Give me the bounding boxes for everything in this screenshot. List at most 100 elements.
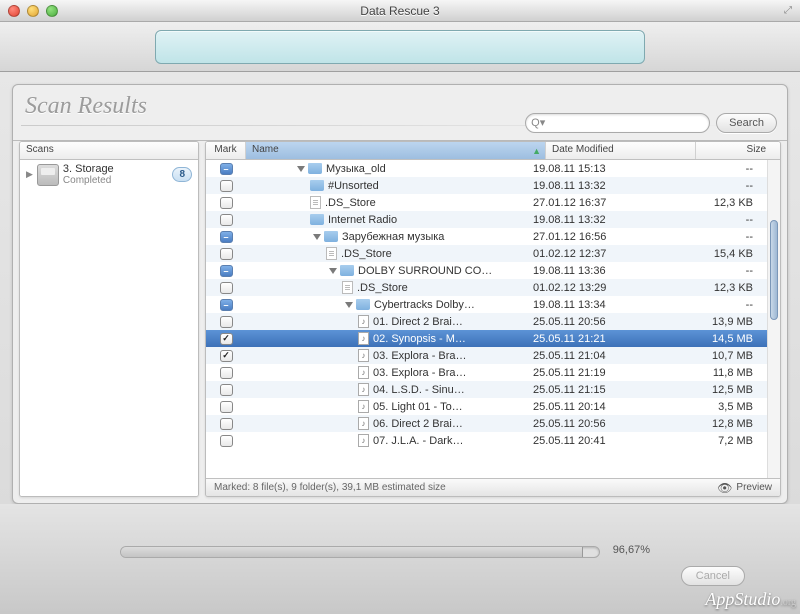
- mark-checkbox[interactable]: [220, 316, 233, 328]
- cancel-button[interactable]: Cancel: [681, 566, 745, 586]
- file-name: DOLBY SURROUND CO…: [358, 265, 492, 277]
- col-size[interactable]: Size: [696, 142, 780, 159]
- titlebar: Data Rescue 3 ⤢: [0, 0, 800, 22]
- file-name: .DS_Store: [357, 282, 408, 294]
- sidebar-item-text: 3. Storage Completed: [63, 163, 169, 186]
- file-size: 12,8 MB: [683, 418, 767, 430]
- col-mark[interactable]: Mark: [206, 142, 246, 159]
- scrollbar[interactable]: [767, 160, 780, 478]
- sidebar-header-label: Scans: [20, 142, 198, 159]
- audio-icon: ♪: [358, 315, 369, 328]
- table-row[interactable]: Зарубежная музыка 27.01.12 16:56--: [206, 228, 767, 245]
- mark-checkbox[interactable]: [220, 180, 233, 192]
- document-icon: [326, 247, 337, 260]
- app-window: Data Rescue 3 ⤢ Scan Results Q▾ Search S…: [0, 0, 800, 614]
- file-date: 25.05.11 21:04: [533, 350, 683, 362]
- mark-checkbox[interactable]: [220, 299, 233, 311]
- file-name: 05. Light 01 - To…: [373, 401, 463, 413]
- file-size: 7,2 MB: [683, 435, 767, 447]
- file-date: 01.02.12 13:29: [533, 282, 683, 294]
- mark-checkbox[interactable]: [220, 401, 233, 413]
- mark-checkbox[interactable]: [220, 282, 233, 294]
- audio-icon: ♪: [358, 366, 369, 379]
- minimize-icon[interactable]: [27, 5, 39, 17]
- file-size: 13,9 MB: [683, 316, 767, 328]
- file-name: Музыка_old: [326, 163, 386, 175]
- status-bar: Marked: 8 file(s), 9 folder(s), 39,1 MB …: [206, 478, 780, 496]
- table-row[interactable]: ♪03. Explora - Bra…25.05.11 21:1911,8 MB: [206, 364, 767, 381]
- table-row[interactable]: .DS_Store01.02.12 12:3715,4 KB: [206, 245, 767, 262]
- disclosure-icon[interactable]: [345, 302, 353, 308]
- results-header: Scan Results Q▾ Search: [13, 85, 787, 141]
- close-icon[interactable]: [8, 5, 20, 17]
- table-row[interactable]: ♪06. Direct 2 Brai…25.05.11 20:5612,8 MB: [206, 415, 767, 432]
- table-row[interactable]: .DS_Store27.01.12 16:3712,3 KB: [206, 194, 767, 211]
- mark-checkbox[interactable]: [220, 214, 233, 226]
- table-row[interactable]: ♪01. Direct 2 Brai…25.05.11 20:5613,9 MB: [206, 313, 767, 330]
- disclosure-icon[interactable]: [313, 234, 321, 240]
- file-date: 27.01.12 16:37: [533, 197, 683, 209]
- table-row[interactable]: ♪05. Light 01 - To…25.05.11 20:143,5 MB: [206, 398, 767, 415]
- scroll-thumb[interactable]: [770, 220, 778, 320]
- file-name: 01. Direct 2 Brai…: [373, 316, 463, 328]
- folder-icon: [310, 180, 324, 191]
- table-row[interactable]: #Unsorted19.08.11 13:32--: [206, 177, 767, 194]
- search-button[interactable]: Search: [716, 113, 777, 133]
- table-row[interactable]: ♪07. J.L.A. - Dark…25.05.11 20:417,2 MB: [206, 432, 767, 449]
- file-date: 19.08.11 15:13: [533, 163, 683, 175]
- col-date[interactable]: Date Modified: [546, 142, 696, 159]
- mark-checkbox[interactable]: [220, 384, 233, 396]
- search-input[interactable]: [525, 113, 710, 133]
- preview-button[interactable]: 👁 Preview: [717, 481, 772, 495]
- rows-container: Музыка_old 19.08.11 15:13 -- #Unsorted19.08…: [206, 160, 767, 478]
- table-row[interactable]: Музыка_old19.08.11 15:13--: [206, 160, 767, 177]
- mark-checkbox[interactable]: [220, 163, 233, 175]
- mark-checkbox[interactable]: [220, 418, 233, 430]
- col-name[interactable]: Name ▲: [246, 142, 546, 159]
- file-size: --: [683, 214, 767, 226]
- mark-checkbox[interactable]: [220, 248, 233, 260]
- disclosure-icon[interactable]: ▶: [26, 169, 33, 180]
- table-row[interactable]: ♪04. L.S.D. - Sinu…25.05.11 21:1512,5 MB: [206, 381, 767, 398]
- file-date: 25.05.11 21:19: [533, 367, 683, 379]
- expand-icon[interactable]: ⤢: [784, 5, 792, 16]
- file-name: 04. L.S.D. - Sinu…: [373, 384, 465, 396]
- disclosure-icon[interactable]: [297, 166, 305, 172]
- mark-checkbox[interactable]: [220, 231, 233, 243]
- mark-checkbox[interactable]: [220, 367, 233, 379]
- file-name: 02. Synopsis - M…: [373, 333, 466, 345]
- mark-checkbox[interactable]: [220, 197, 233, 209]
- folder-icon: [356, 299, 370, 310]
- progress-label: 96,67%: [613, 544, 650, 556]
- file-date: 19.08.11 13:32: [533, 214, 683, 226]
- folder-icon: [340, 265, 354, 276]
- mark-checkbox[interactable]: [220, 265, 233, 277]
- disclosure-icon[interactable]: [329, 268, 337, 274]
- table-row[interactable]: ♪03. Explora - Bra…25.05.11 21:0410,7 MB: [206, 347, 767, 364]
- table-row[interactable]: Internet Radio 19.08.11 13:32--: [206, 211, 767, 228]
- audio-icon: ♪: [358, 383, 369, 396]
- folder-icon: [310, 214, 324, 225]
- sidebar-item[interactable]: ▶ 3. Storage Completed 8: [20, 160, 198, 189]
- file-size: --: [683, 231, 767, 243]
- file-date: 27.01.12 16:56: [533, 231, 683, 243]
- file-size: 15,4 KB: [683, 248, 767, 260]
- progress-bar: [120, 546, 600, 558]
- audio-icon: ♪: [358, 332, 369, 345]
- table-row[interactable]: ♪02. Synopsis - M…25.05.11 21:2114,5 MB: [206, 330, 767, 347]
- mark-checkbox[interactable]: [220, 350, 233, 362]
- table-row[interactable]: .DS_Store01.02.12 13:2912,3 KB: [206, 279, 767, 296]
- file-date: 25.05.11 20:56: [533, 418, 683, 430]
- zoom-icon[interactable]: [46, 5, 58, 17]
- mark-checkbox[interactable]: [220, 333, 233, 345]
- mark-checkbox[interactable]: [220, 435, 233, 447]
- file-date: 19.08.11 13:36: [533, 265, 683, 277]
- audio-icon: ♪: [358, 400, 369, 413]
- preview-label: Preview: [736, 482, 772, 493]
- file-name: Зарубежная музыка: [342, 231, 444, 243]
- table-row[interactable]: DOLBY SURROUND CO…19.08.11 13:36--: [206, 262, 767, 279]
- file-name: 03. Explora - Bra…: [373, 367, 467, 379]
- file-name: Internet Radio: [328, 214, 397, 226]
- table-row[interactable]: Cybertracks Dolby…19.08.11 13:34--: [206, 296, 767, 313]
- audio-icon: ♪: [358, 434, 369, 447]
